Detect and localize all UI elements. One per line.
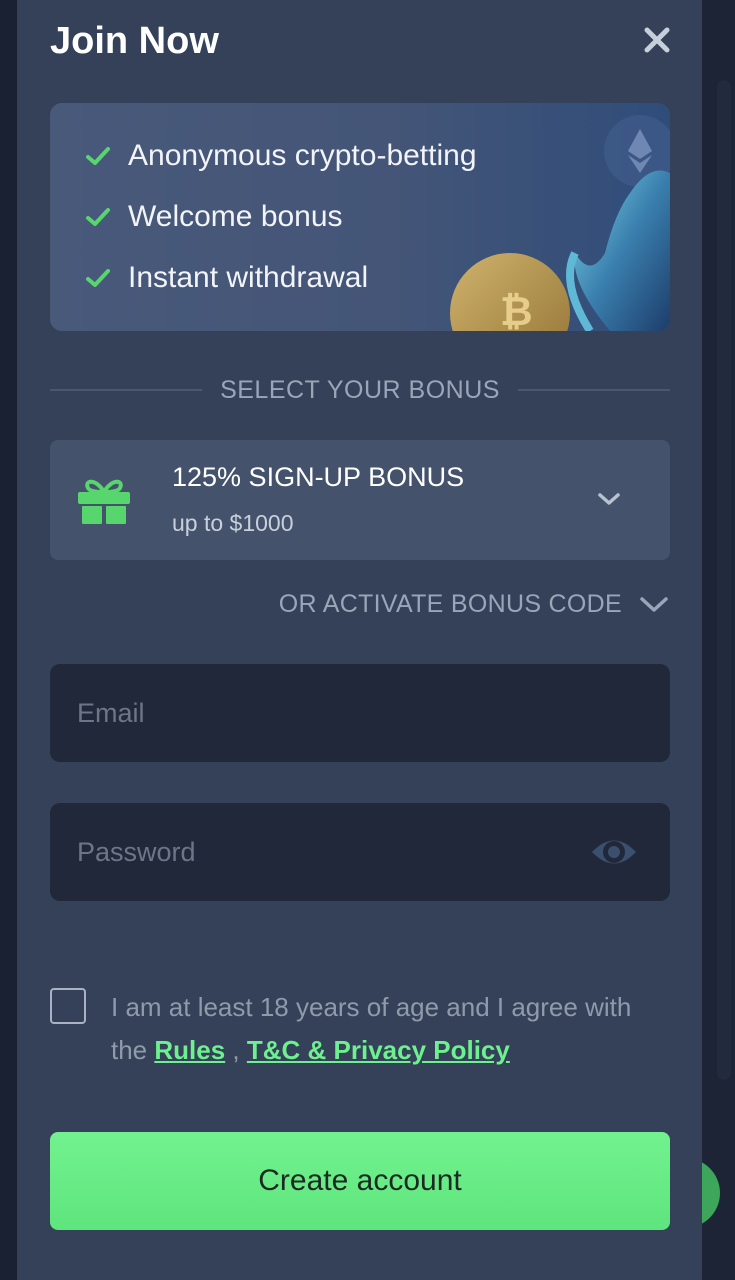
close-button[interactable] [637, 18, 677, 62]
eye-icon[interactable] [590, 831, 638, 873]
email-input[interactable] [50, 664, 670, 762]
create-account-button[interactable]: Create account [50, 1132, 670, 1230]
gift-icon [78, 479, 130, 524]
bonus-title: 125% SIGN-UP BONUS [172, 462, 465, 492]
terms-agreement: I am at least 18 years of age and I agre… [50, 988, 670, 1078]
promo-item-label: Instant withdrawal [128, 261, 369, 294]
check-icon [86, 147, 110, 165]
chevron-down-icon [598, 493, 620, 505]
bonus-divider: SELECT YOUR BONUS [50, 370, 670, 410]
password-field-container [50, 803, 670, 901]
trophy-coins-illustration: ₿ [450, 115, 670, 331]
divider-line [517, 389, 670, 391]
svg-text:₿: ₿ [500, 289, 533, 331]
promo-item-label: Welcome bonus [128, 200, 343, 233]
join-modal: Join Now Anonymous crypto-betting Welcom… [17, 0, 702, 1280]
privacy-policy-link[interactable]: T&C & Privacy Policy [247, 1035, 510, 1065]
bonus-code-toggle[interactable]: OR ACTIVATE BONUS CODE [257, 584, 670, 624]
promo-item: Welcome bonus [84, 199, 343, 235]
select-bonus-heading: SELECT YOUR BONUS [220, 375, 500, 404]
password-input[interactable] [50, 803, 670, 901]
modal-title: Join Now [50, 20, 219, 62]
promo-banner: Anonymous crypto-betting Welcome bonus I… [50, 103, 670, 331]
terms-text: I am at least 18 years of age and I agre… [111, 986, 671, 1072]
age-terms-checkbox[interactable] [50, 988, 86, 1024]
bonus-select-dropdown[interactable]: 125% SIGN-UP BONUS up to $1000 [50, 440, 670, 560]
check-icon [86, 208, 110, 226]
terms-separator: , [225, 1035, 247, 1065]
promo-item: Instant withdrawal [84, 260, 368, 296]
check-icon [86, 269, 110, 287]
backdrop-scrollbar [717, 80, 731, 1080]
bonus-code-label: OR ACTIVATE BONUS CODE [278, 589, 622, 618]
divider-line [50, 389, 203, 391]
email-field-container [50, 664, 670, 762]
rules-link[interactable]: Rules [154, 1035, 225, 1065]
chevron-down-icon [640, 597, 668, 612]
bonus-subtitle: up to $1000 [172, 510, 294, 536]
close-icon [644, 27, 670, 53]
